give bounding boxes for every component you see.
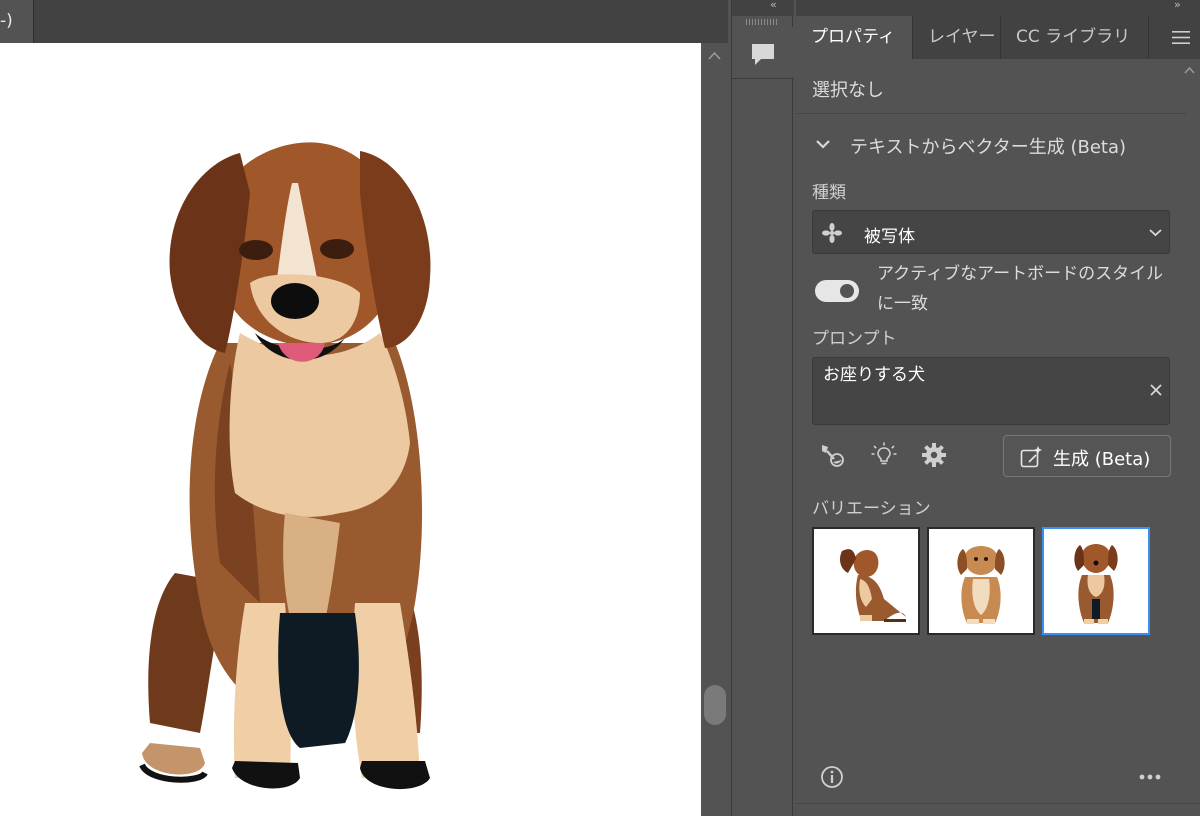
dog-front-sitting-thumbnail <box>1074 544 1118 624</box>
panel-collapse-button[interactable]: ›› <box>1174 0 1181 11</box>
hamburger-menu-icon[interactable] <box>1172 30 1190 45</box>
clear-icon[interactable] <box>1149 383 1163 397</box>
chevron-down-icon[interactable] <box>816 139 830 149</box>
generate-button-label: 生成 (Beta) <box>1053 449 1151 470</box>
properties-panel: ›› プロパティ レイヤー CC ライブラリ 選択なし テキストからベクター生成… <box>796 0 1200 816</box>
type-dropdown[interactable]: 被写体 <box>812 210 1170 254</box>
comments-button[interactable] <box>732 27 794 79</box>
comment-icon <box>752 44 774 65</box>
dog-side-view-thumbnail <box>840 549 906 622</box>
variation-thumbnail-1[interactable] <box>812 527 920 635</box>
type-dropdown-value: 被写体 <box>864 227 915 247</box>
document-tab-bar: -) <box>0 0 728 43</box>
prompt-input-value: お座りする犬 <box>823 365 925 385</box>
tool-dock: ‹‹ <box>731 0 794 816</box>
panel-scroll-up-icon[interactable] <box>1184 66 1195 74</box>
match-artboard-style-toggle[interactable] <box>815 280 859 302</box>
subject-icon <box>822 223 842 243</box>
lightbulb-icon[interactable] <box>870 441 898 469</box>
match-artboard-style-label: アクティブなアートボードのスタイルに一致 <box>877 264 1164 314</box>
tab-cc-libraries[interactable]: CC ライブラリ <box>1001 16 1149 59</box>
document-area: -) <box>0 0 728 816</box>
dock-header: ‹‹ <box>732 0 794 16</box>
canvas-vertical-scrollbar[interactable] <box>701 43 728 816</box>
dog-artwork[interactable] <box>0 43 701 816</box>
dock-collapse-button[interactable]: ‹‹ <box>770 0 777 11</box>
document-tab[interactable]: -) <box>0 0 34 43</box>
panel-bottom-divider <box>796 803 1200 804</box>
gear-icon[interactable] <box>920 441 948 469</box>
tab-properties[interactable]: プロパティ <box>796 16 913 59</box>
section-divider <box>796 113 1186 114</box>
prompt-input[interactable]: お座りする犬 <box>812 357 1170 425</box>
section-title: テキストからベクター生成 (Beta) <box>850 137 1127 158</box>
chevron-down-icon <box>1149 229 1162 237</box>
scroll-up-icon[interactable] <box>708 51 721 61</box>
style-picker-icon[interactable] <box>818 441 846 469</box>
dog-front-light-thumbnail <box>957 546 1005 624</box>
variation-thumbnail-2[interactable] <box>927 527 1035 635</box>
artboard-canvas[interactable] <box>0 43 701 816</box>
info-icon[interactable] <box>820 765 844 789</box>
scroll-thumb[interactable] <box>704 685 726 725</box>
panel-tab-bar: プロパティ レイヤー CC ライブラリ <box>796 16 1200 59</box>
generate-sparkle-icon <box>1020 446 1042 468</box>
tab-layers[interactable]: レイヤー <box>913 16 1001 59</box>
selection-status: 選択なし <box>812 80 884 101</box>
generate-button[interactable]: 生成 (Beta) <box>1003 435 1171 477</box>
more-options-icon[interactable] <box>1138 770 1162 784</box>
variation-thumbnail-3[interactable] <box>1042 527 1150 635</box>
type-label: 種類 <box>812 183 846 203</box>
toggle-knob <box>840 284 854 298</box>
prompt-label: プロンプト <box>812 329 897 349</box>
panel-header: ›› <box>796 0 1200 16</box>
variations-label: バリエーション <box>812 499 931 519</box>
dock-grip-handle[interactable] <box>746 19 778 25</box>
